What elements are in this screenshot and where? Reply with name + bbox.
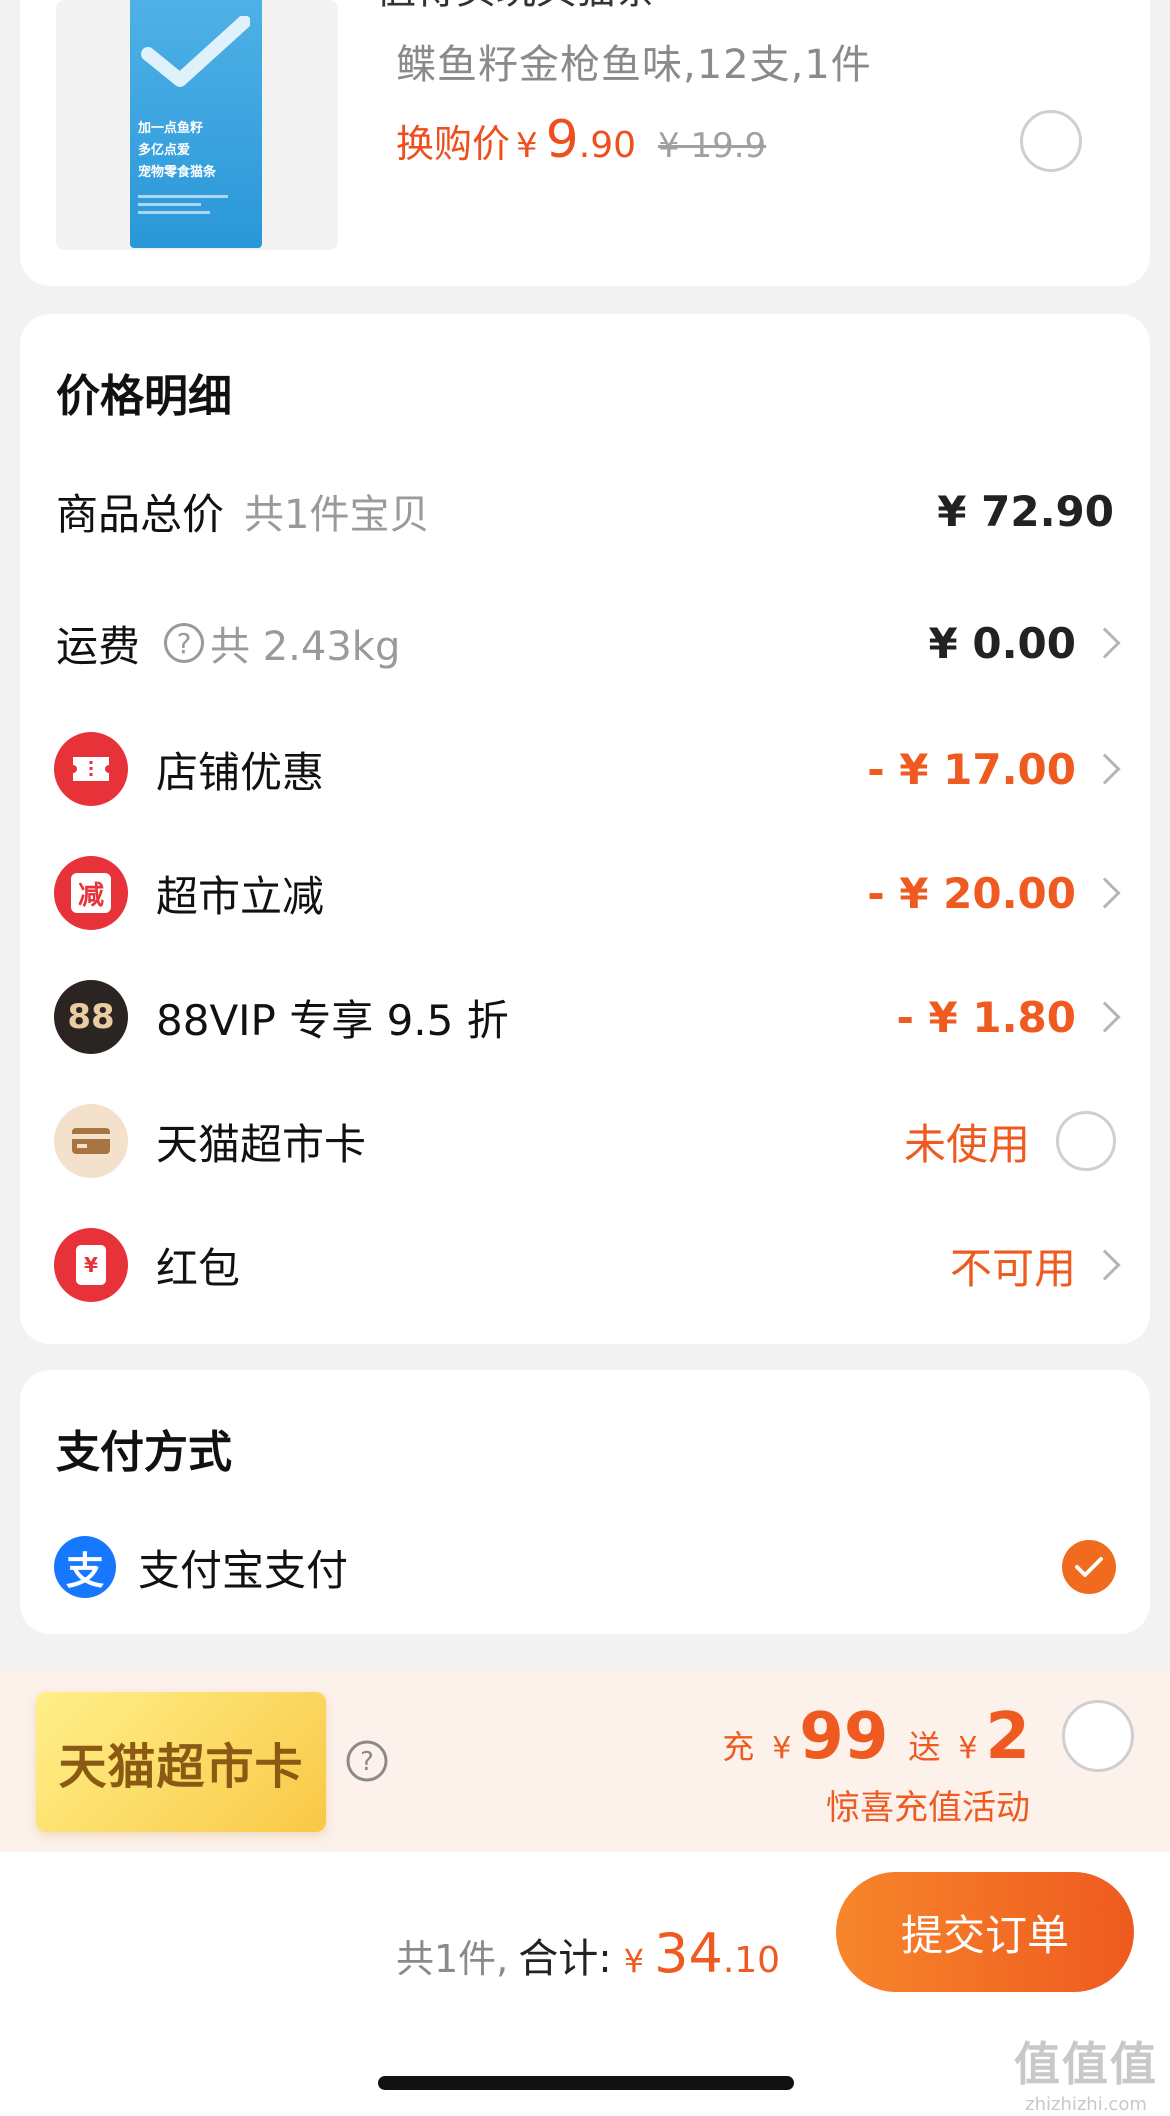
charge-currency: ¥ bbox=[772, 1731, 792, 1766]
card-icon bbox=[54, 1104, 128, 1178]
chevron-right-icon bbox=[1089, 877, 1121, 909]
reduce-icon: 减 bbox=[54, 856, 128, 930]
product-image[interactable]: 加一点鱼籽 多亿点爱 宠物零食猫条 bbox=[56, 0, 338, 250]
give-amount: 2 bbox=[985, 1700, 1030, 1774]
tmall-card-radio[interactable] bbox=[1056, 1111, 1116, 1171]
red-packet-value: 不可用 bbox=[949, 1243, 1076, 1293]
vip-discount-value: - ¥ 1.80 bbox=[896, 992, 1076, 1042]
checkmark-icon[interactable] bbox=[1062, 1540, 1116, 1594]
total-currency: ¥ bbox=[623, 1942, 645, 1980]
item-count: 共1件, bbox=[396, 1937, 509, 1981]
payment-card: 支付方式 支 支付宝支付 bbox=[20, 1370, 1150, 1634]
chevron-right-icon bbox=[1089, 627, 1121, 659]
package-fine-print bbox=[138, 195, 228, 219]
red-packet-row[interactable]: ¥ 红包 不可用 bbox=[20, 1220, 1150, 1310]
recharge-subtitle: 惊喜充值活动 bbox=[826, 1788, 1030, 1828]
order-total: 共1件, 合计: ¥ 34 .10 bbox=[396, 1922, 780, 1985]
recharge-banner: 天猫超市卡 ? 充 ¥ 99 送 ¥ 2 惊喜充值活动 bbox=[0, 1670, 1170, 1852]
product-price: 换购价 ¥ 9 .90 ¥ 19.9 bbox=[396, 110, 766, 170]
tmall-card-row[interactable]: 天猫超市卡 未使用 bbox=[20, 1096, 1150, 1186]
price-integer: 9 bbox=[545, 110, 579, 170]
shipping-row[interactable]: 运费 ? 共 2.43kg ¥ 0.00 bbox=[20, 598, 1150, 688]
watermark: 值值值 zhizhizhi.com bbox=[1014, 2028, 1158, 2115]
total-label: 合计: bbox=[518, 1936, 612, 1982]
package-text: 加一点鱼籽 多亿点爱 宠物零食猫条 bbox=[138, 121, 217, 180]
goods-total-label: 商品总价 bbox=[56, 489, 225, 539]
checkout-bar: 共1件, 合计: ¥ 34 .10 提交订单 值值值 zhizhizhi.com bbox=[0, 1852, 1170, 2116]
question-icon[interactable]: ? bbox=[346, 1740, 388, 1782]
shop-discount-row[interactable]: 店铺优惠 - ¥ 17.00 bbox=[20, 724, 1150, 814]
chevron-right-icon bbox=[1089, 1001, 1121, 1033]
product-card: 加一点鱼籽 多亿点爱 宠物零食猫条 值得买玩具猫条 鲽鱼籽金枪鱼味,12支,1件… bbox=[20, 0, 1150, 286]
alipay-label: 支付宝支付 bbox=[138, 1545, 349, 1595]
check-logo-icon bbox=[141, 16, 250, 87]
red-packet-icon: ¥ bbox=[54, 1228, 128, 1302]
product-select-radio[interactable] bbox=[1020, 110, 1082, 172]
goods-total-value: ¥ 72.90 bbox=[937, 486, 1114, 536]
supermarket-reduction-value: - ¥ 20.00 bbox=[867, 868, 1076, 918]
svg-text:?: ? bbox=[360, 1747, 374, 1777]
goods-total-row: 商品总价 共1件宝贝 ¥ 72.90 bbox=[20, 466, 1150, 556]
tmall-card-value: 未使用 bbox=[903, 1119, 1030, 1169]
give-currency: ¥ bbox=[958, 1731, 978, 1766]
vip-discount-label: 88VIP 专享 9.5 折 bbox=[156, 995, 509, 1045]
payment-title: 支付方式 bbox=[56, 1427, 232, 1478]
chevron-right-icon bbox=[1089, 753, 1121, 785]
watermark-url: zhizhizhi.com bbox=[1025, 2094, 1147, 2115]
coupon-icon bbox=[54, 732, 128, 806]
question-icon[interactable]: ? bbox=[164, 623, 205, 663]
price-detail-title: 价格明细 bbox=[56, 371, 232, 422]
total-decimal: .10 bbox=[722, 1940, 781, 1981]
give-word: 送 bbox=[908, 1728, 941, 1766]
home-indicator[interactable] bbox=[378, 2076, 794, 2090]
vip88-icon: 88 bbox=[54, 980, 128, 1054]
price-currency: ¥ bbox=[516, 126, 538, 166]
red-packet-label: 红包 bbox=[156, 1243, 241, 1293]
tmall-card-label: 天猫超市卡 bbox=[156, 1119, 367, 1169]
tmall-card-badge: 天猫超市卡 bbox=[36, 1692, 326, 1832]
chevron-right-icon bbox=[1089, 1249, 1121, 1281]
shop-discount-value: - ¥ 17.00 bbox=[867, 744, 1076, 794]
product-spec: 鲽鱼籽金枪鱼味,12支,1件 bbox=[396, 42, 872, 88]
charge-word: 充 bbox=[722, 1728, 755, 1766]
shop-discount-label: 店铺优惠 bbox=[156, 747, 325, 797]
shipping-value: ¥ 0.00 bbox=[928, 618, 1076, 668]
watermark-logo: 值值值 bbox=[1014, 2037, 1158, 2091]
recharge-radio[interactable] bbox=[1062, 1700, 1134, 1772]
product-package: 加一点鱼籽 多亿点爱 宠物零食猫条 bbox=[130, 0, 262, 248]
supermarket-reduction-row[interactable]: 减 超市立减 - ¥ 20.00 bbox=[20, 848, 1150, 938]
shipping-weight: 共 2.43kg bbox=[210, 624, 401, 670]
supermarket-reduction-label: 超市立减 bbox=[156, 871, 325, 921]
recharge-offer: 充 ¥ 99 送 ¥ 2 惊喜充值活动 bbox=[722, 1700, 1030, 1829]
vip-discount-row[interactable]: 88 88VIP 专享 9.5 折 - ¥ 1.80 bbox=[20, 972, 1150, 1062]
alipay-icon: 支 bbox=[54, 1536, 116, 1598]
shipping-label: 运费 bbox=[56, 621, 141, 671]
original-price: ¥ 19.9 bbox=[658, 126, 767, 166]
price-decimal: .90 bbox=[578, 125, 637, 166]
charge-amount: 99 bbox=[799, 1700, 889, 1774]
alipay-row[interactable]: 支 支付宝支付 bbox=[20, 1522, 1150, 1612]
submit-order-button[interactable]: 提交订单 bbox=[836, 1872, 1134, 1992]
price-detail-card: 价格明细 商品总价 共1件宝贝 ¥ 72.90 运费 ? 共 2.43kg ¥ … bbox=[20, 314, 1150, 1344]
price-label: 换购价 bbox=[396, 122, 511, 166]
goods-count: 共1件宝贝 bbox=[244, 492, 430, 538]
product-title-cut: 值得买玩具猫条 bbox=[376, 0, 656, 8]
total-integer: 34 bbox=[654, 1922, 723, 1985]
